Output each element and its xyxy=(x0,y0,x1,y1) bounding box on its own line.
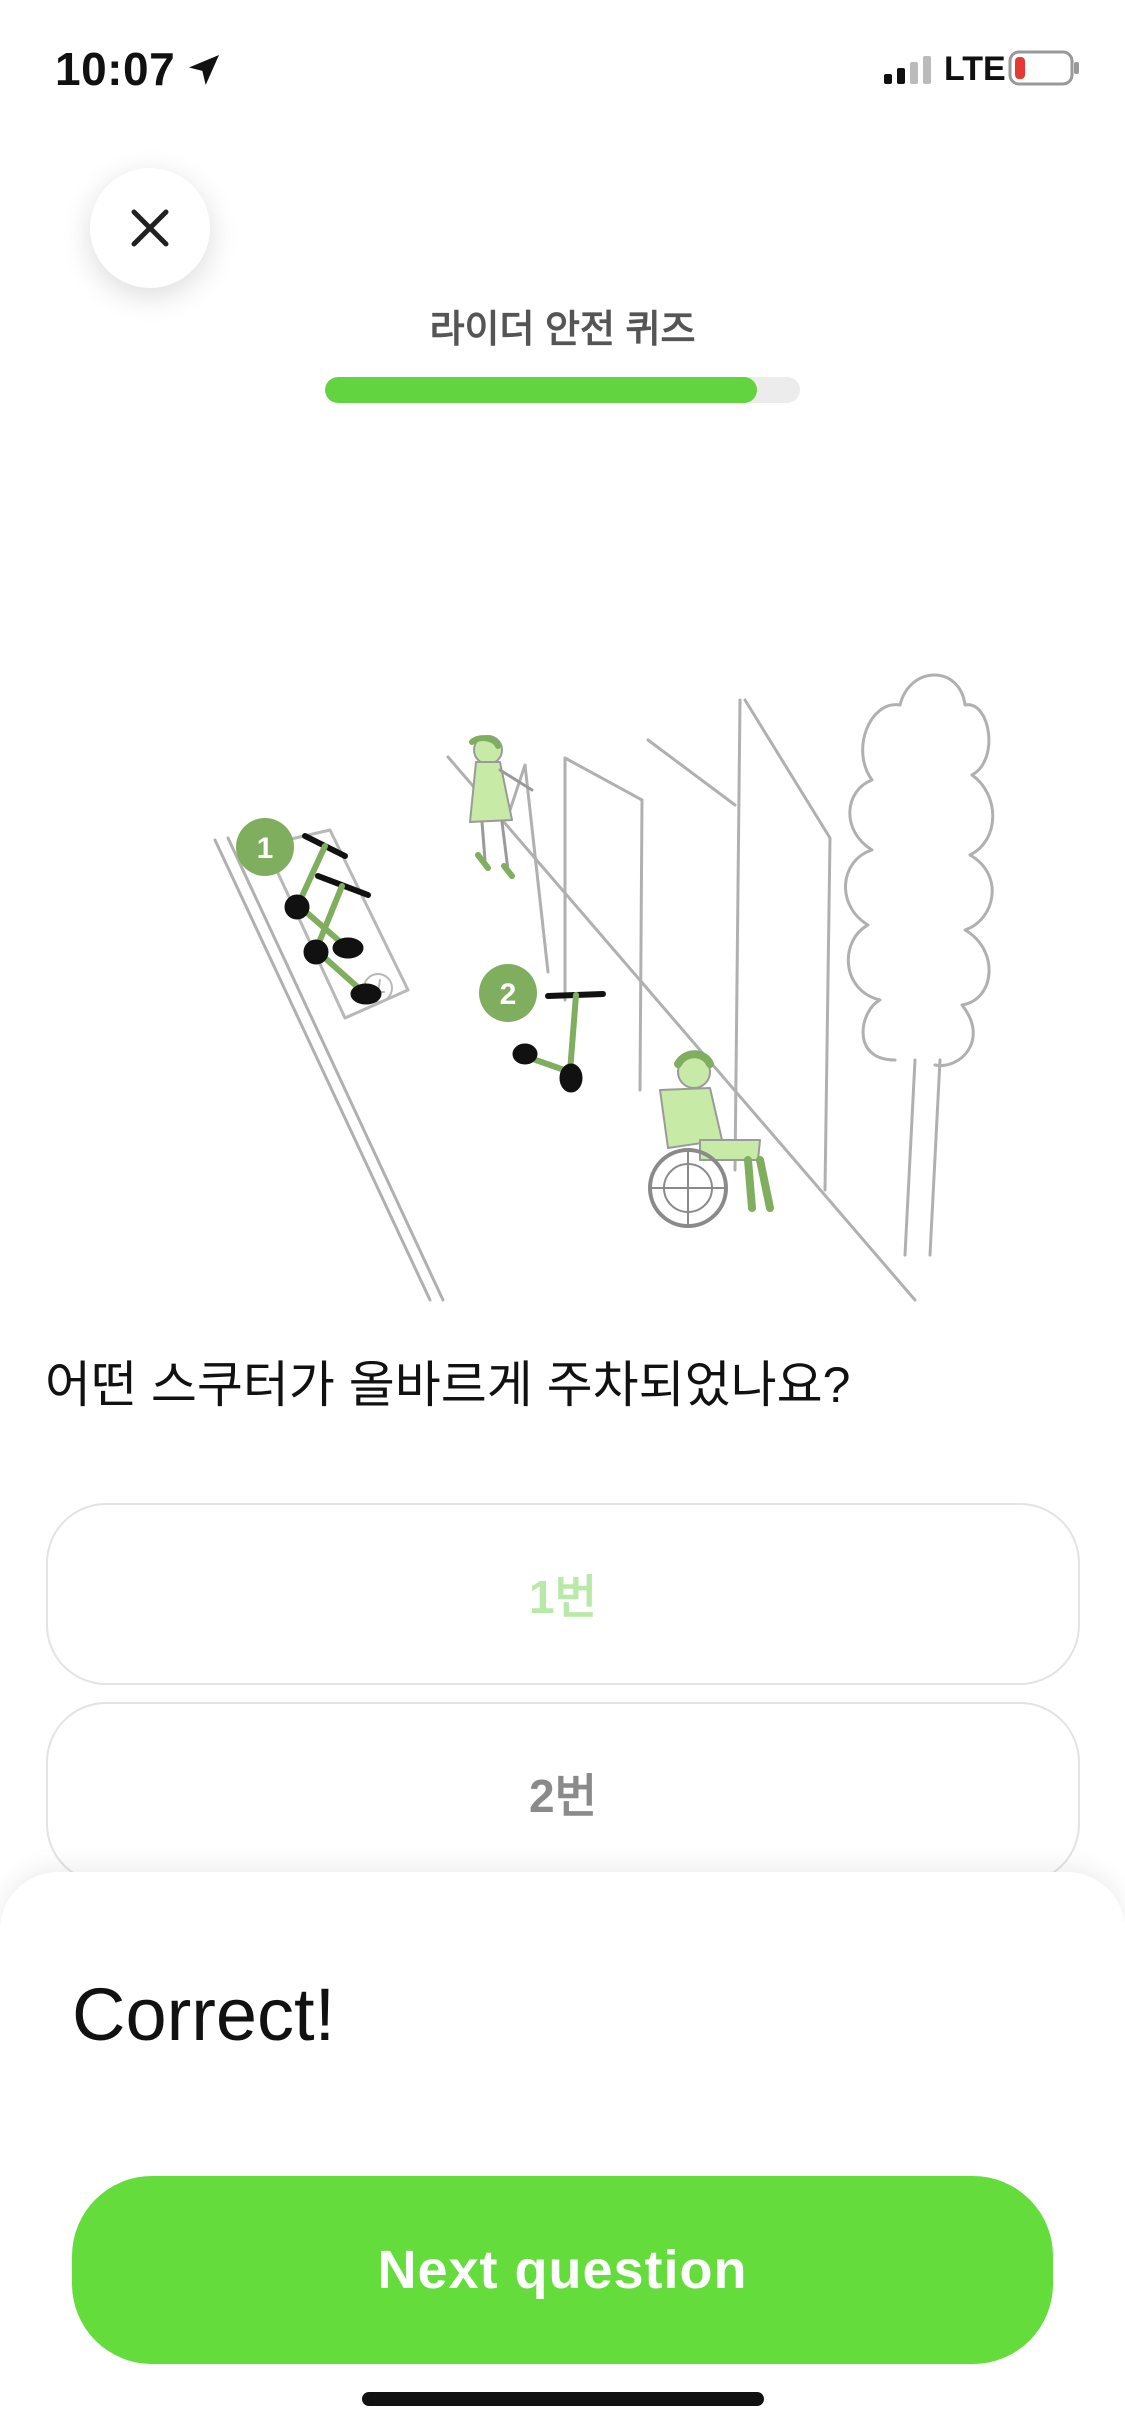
status-bar: 10:07 LTE xyxy=(0,0,1125,140)
quiz-title: 라이더 안전 퀴즈 xyxy=(429,309,696,351)
battery-low-icon xyxy=(1008,50,1079,86)
marker-2: 2 xyxy=(479,964,537,1022)
svg-text:2: 2 xyxy=(500,978,517,1011)
pedestrian-figure xyxy=(469,735,534,879)
svg-text:1: 1 xyxy=(257,832,274,865)
answer-option-1[interactable]: 1번 xyxy=(46,1503,1080,1685)
location-arrow-icon xyxy=(189,55,219,85)
close-button[interactable] xyxy=(90,168,210,288)
wheelchair-user-figure xyxy=(648,1050,774,1228)
home-indicator xyxy=(362,2392,764,2406)
progress-fill xyxy=(325,377,758,403)
status-time: 10:07 xyxy=(55,43,176,95)
result-title: Correct! xyxy=(72,1973,336,2056)
scooter-figure xyxy=(284,833,364,959)
scooter-parking-illustration: 1 2 xyxy=(213,673,995,1302)
result-sheet: Correct! Next question xyxy=(0,1872,1125,2436)
close-icon xyxy=(131,209,169,247)
cellular-signal-icon xyxy=(884,56,931,84)
answer-option-2[interactable]: 2번 xyxy=(46,1702,1080,1884)
next-question-button[interactable]: Next question xyxy=(72,2176,1053,2364)
marker-1: 1 xyxy=(236,818,294,876)
network-type: LTE xyxy=(944,50,1006,88)
progress-bar xyxy=(325,377,800,403)
question-text: 어떤 스쿠터가 올바르게 주차되었나요? xyxy=(45,1357,851,1413)
quiz-screen: 10:07 LTE 라이더 안전 퀴즈 1 2 어떤 스쿠터가 올바르게 주차되… xyxy=(0,0,1125,2436)
